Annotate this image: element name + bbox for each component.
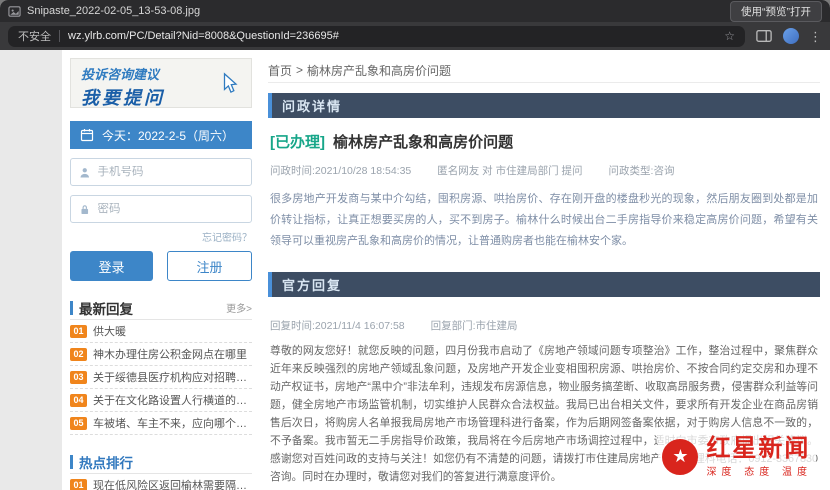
main-content: 首页 > 榆林房产乱象和高房价问题 问政详情 [已办理] 榆林房产乱象和高房价问… bbox=[268, 58, 820, 490]
date-text: 今天：2022-2-5（周六） bbox=[102, 128, 235, 143]
latest-replies-title: 最新回复 bbox=[79, 301, 133, 317]
header-accent bbox=[70, 454, 73, 469]
rank-badge: 02 bbox=[70, 347, 87, 361]
breadcrumb: 首页 > 榆林房产乱象和高房价问题 bbox=[268, 58, 820, 83]
list-item[interactable]: 02 神木办理住房公积金网点在哪里 bbox=[70, 343, 252, 366]
bookmark-star-icon[interactable]: ☆ bbox=[724, 29, 735, 43]
watermark-slogan: 深度 态度 温度 bbox=[706, 467, 812, 478]
browser-toolbar: 不安全 wz.ylrb.com/PC/Detail?Nid=8008&Quest… bbox=[0, 22, 830, 50]
detail-section-title: 问政详情 bbox=[282, 99, 343, 114]
item-title: 现在低风险区返回榆林需要隔离吗？ bbox=[93, 480, 252, 490]
open-with-preview-button[interactable]: 使用“预览”打开 bbox=[730, 0, 822, 22]
address-bar[interactable]: 不安全 wz.ylrb.com/PC/Detail?Nid=8008&Quest… bbox=[8, 25, 745, 47]
redstar-logo-icon: ★ bbox=[662, 438, 699, 475]
question-title-row: [已办理] 榆林房产乱象和高房价问题 bbox=[270, 131, 818, 152]
browser-actions: ⋮ bbox=[755, 28, 822, 44]
rank-badge: 05 bbox=[70, 416, 87, 430]
status-badge: [已办理] bbox=[270, 134, 325, 151]
page-content: 投诉咨询建议 我要提问 今天：2022-2-5（周六） 手机号码 密码 忘记密码… bbox=[62, 50, 830, 490]
star-glyph: ★ bbox=[672, 446, 689, 467]
forgot-password-link[interactable]: 忘记密码？ bbox=[70, 229, 252, 244]
side-panel-icon[interactable] bbox=[755, 28, 773, 44]
question-time: 问政时间:2021/10/28 18:54:35 bbox=[270, 165, 412, 177]
url-text: wz.ylrb.com/PC/Detail?Nid=8008&QuestionI… bbox=[68, 30, 339, 42]
reply-time: 回复时间:2021/11/4 16:07:58 bbox=[270, 320, 405, 332]
date-bar: 今天：2022-2-5（周六） bbox=[70, 121, 252, 149]
window-titlebar: Snipaste_2022-02-05_13-53-08.jpg 使用“预览”打… bbox=[0, 0, 830, 22]
reply-meta: 回复时间:2021/11/4 16:07:58 回复部门:市住建局 bbox=[270, 318, 818, 333]
rank-badge: 04 bbox=[70, 393, 87, 407]
login-buttons: 登录 注册 bbox=[70, 251, 252, 281]
window-title: Snipaste_2022-02-05_13-53-08.jpg bbox=[27, 5, 201, 17]
ask-question-banner[interactable]: 投诉咨询建议 我要提问 bbox=[70, 58, 252, 108]
calendar-icon bbox=[80, 129, 94, 142]
hot-ranking-header: 热点排行 bbox=[70, 450, 252, 474]
lock-icon bbox=[81, 204, 89, 214]
password-input[interactable] bbox=[97, 203, 243, 215]
rank-badge: 01 bbox=[70, 478, 87, 490]
address-divider bbox=[59, 30, 60, 42]
hot-ranking-section: 热点排行 01 现在低风险区返回榆林需要隔离吗？ bbox=[70, 450, 252, 490]
item-title: 关于绥德县医疗机构应对招聘安家费发放补... bbox=[93, 372, 252, 384]
breadcrumb-separator: > bbox=[296, 63, 304, 77]
breadcrumb-current: 榆林房产乱象和高房价问题 bbox=[307, 63, 452, 78]
profile-avatar[interactable] bbox=[783, 28, 799, 44]
login-form: 忘记密码？ 登录 注册 bbox=[70, 158, 252, 281]
detail-section-header: 问政详情 bbox=[268, 93, 820, 118]
security-label: 不安全 bbox=[18, 31, 51, 43]
reply-department: 回复部门:市住建局 bbox=[430, 320, 518, 332]
list-item[interactable]: 03 关于绥德县医疗机构应对招聘安家费发放补... bbox=[70, 366, 252, 389]
list-item[interactable]: 05 车被堵、车主不来，应向哪个单位反应 bbox=[70, 412, 252, 435]
phone-input[interactable] bbox=[97, 166, 243, 178]
image-file-icon bbox=[8, 5, 21, 18]
question-body: 很多房地产开发商与某中介勾结，囤积房源、哄抬房价、存在刚开盘的楼盘秒光的现象，然… bbox=[270, 193, 818, 247]
password-field[interactable] bbox=[70, 195, 252, 223]
reply-section-title: 官方回复 bbox=[282, 278, 343, 293]
item-title: 供大暖 bbox=[93, 326, 126, 338]
list-item[interactable]: 01 供大暖 bbox=[70, 320, 252, 343]
header-accent bbox=[70, 300, 73, 315]
phone-field[interactable] bbox=[70, 158, 252, 186]
register-button[interactable]: 注册 bbox=[167, 251, 252, 281]
rank-badge: 01 bbox=[70, 324, 87, 338]
list-item[interactable]: 04 关于在文化路设置人行横道的建议 bbox=[70, 389, 252, 412]
menu-icon[interactable]: ⋮ bbox=[809, 30, 822, 43]
question-type: 问政类型:咨询 bbox=[608, 165, 675, 177]
hot-ranking-title: 热点排行 bbox=[79, 455, 133, 471]
question-title: 榆林房产乱象和高房价问题 bbox=[333, 134, 514, 151]
question-asker: 匿名网友 对 市住建局部门 提问 bbox=[437, 165, 583, 177]
user-icon bbox=[80, 167, 90, 177]
hand-click-icon bbox=[223, 72, 238, 94]
latest-replies-header: 最新回复 更多> bbox=[70, 296, 252, 320]
breadcrumb-home-link[interactable]: 首页 bbox=[268, 62, 292, 79]
item-title: 车被堵、车主不来，应向哪个单位反应 bbox=[93, 418, 252, 430]
question-block: [已办理] 榆林房产乱象和高房价问题 问政时间:2021/10/28 18:54… bbox=[268, 118, 820, 272]
item-title: 关于在文化路设置人行横道的建议 bbox=[93, 395, 252, 407]
sidebar: 投诉咨询建议 我要提问 今天：2022-2-5（周六） 手机号码 密码 忘记密码… bbox=[70, 58, 252, 490]
more-link[interactable]: 更多> bbox=[226, 300, 252, 315]
watermark-brand: 红星新闻 bbox=[706, 434, 811, 462]
login-button[interactable]: 登录 bbox=[70, 251, 153, 281]
watermark-text: 红星新闻 深度 态度 温度 bbox=[706, 436, 812, 478]
preview-window: Snipaste_2022-02-05_13-53-08.jpg 使用“预览”打… bbox=[0, 0, 830, 490]
item-title: 神木办理住房公积金网点在哪里 bbox=[93, 349, 247, 361]
watermark: ★ 红星新闻 深度 态度 温度 bbox=[658, 433, 816, 480]
latest-replies-section: 最新回复 更多> 01 供大暖 02 神木办理住房公积金网点在哪里 03 关于绥… bbox=[70, 296, 252, 435]
webpage: 投诉咨询建议 我要提问 今天：2022-2-5（周六） 手机号码 密码 忘记密码… bbox=[0, 50, 830, 490]
rank-badge: 03 bbox=[70, 370, 87, 384]
reply-section-header: 官方回复 bbox=[268, 272, 820, 297]
list-item[interactable]: 01 现在低风险区返回榆林需要隔离吗？ bbox=[70, 474, 252, 490]
question-meta: 问政时间:2021/10/28 18:54:35 匿名网友 对 市住建局部门 提… bbox=[270, 163, 818, 178]
